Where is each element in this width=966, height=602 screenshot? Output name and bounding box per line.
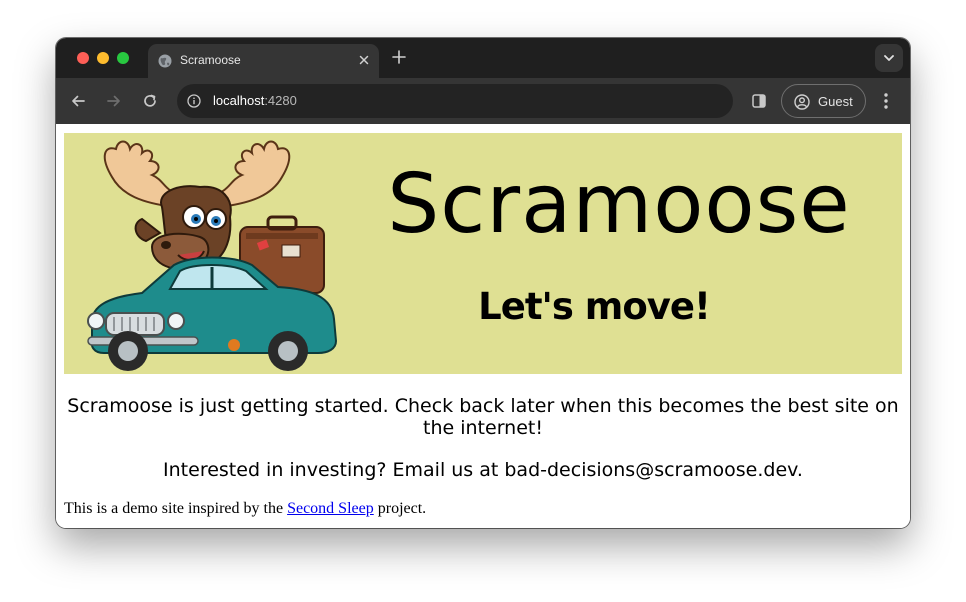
new-tab-icon[interactable]	[392, 50, 406, 64]
intro-text: Scramoose is just getting started. Check…	[67, 395, 899, 439]
browser-window: Scramoose localhost:4280 Guest Scramoose…	[56, 38, 910, 528]
banner-tagline: Let's move!	[478, 285, 711, 328]
url-port: :4280	[264, 93, 297, 108]
close-window-button[interactable]	[77, 52, 89, 64]
maximize-window-button[interactable]	[117, 52, 129, 64]
banner-title: Scramoose	[387, 157, 851, 252]
footer-prefix: This is a demo site inspired by the	[64, 500, 288, 517]
tab-title: Scramoose	[180, 53, 241, 67]
invest-text: Interested in investing? Email us at bad…	[163, 459, 803, 481]
profile-label: Guest	[818, 94, 853, 109]
reload-icon[interactable]	[142, 93, 158, 109]
profile-button[interactable]: Guest	[781, 84, 866, 118]
moose-car-illustration	[87, 140, 338, 371]
tab-search-button[interactable]	[875, 44, 903, 72]
side-panel-icon[interactable]	[751, 93, 767, 109]
second-sleep-link[interactable]: Second Sleep	[287, 500, 374, 517]
more-menu-icon[interactable]	[882, 92, 890, 110]
globe-icon	[158, 54, 172, 68]
tab-strip: Scramoose	[56, 38, 910, 78]
profile-icon	[794, 94, 810, 110]
toolbar: localhost:4280 Guest	[56, 78, 910, 124]
site-info-icon[interactable]	[187, 94, 201, 108]
footer-suffix: project.	[373, 500, 427, 517]
tab-scramoose[interactable]: Scramoose	[148, 44, 379, 78]
back-arrow-icon[interactable]	[70, 93, 86, 109]
url-text: localhost:4280	[213, 93, 297, 109]
hero-banner: Scramoose Let's move!	[64, 133, 902, 374]
close-tab-icon[interactable]	[357, 53, 371, 67]
forward-arrow-icon[interactable]	[106, 93, 122, 109]
address-bar[interactable]: localhost:4280	[177, 84, 733, 118]
chevron-down-icon	[884, 55, 894, 61]
page-content: Scramoose Let's move! Scramoose is just …	[56, 125, 910, 528]
footer-note: This is a demo site inspired by the Seco…	[64, 499, 426, 519]
url-host: localhost	[213, 93, 265, 108]
minimize-window-button[interactable]	[97, 52, 109, 64]
